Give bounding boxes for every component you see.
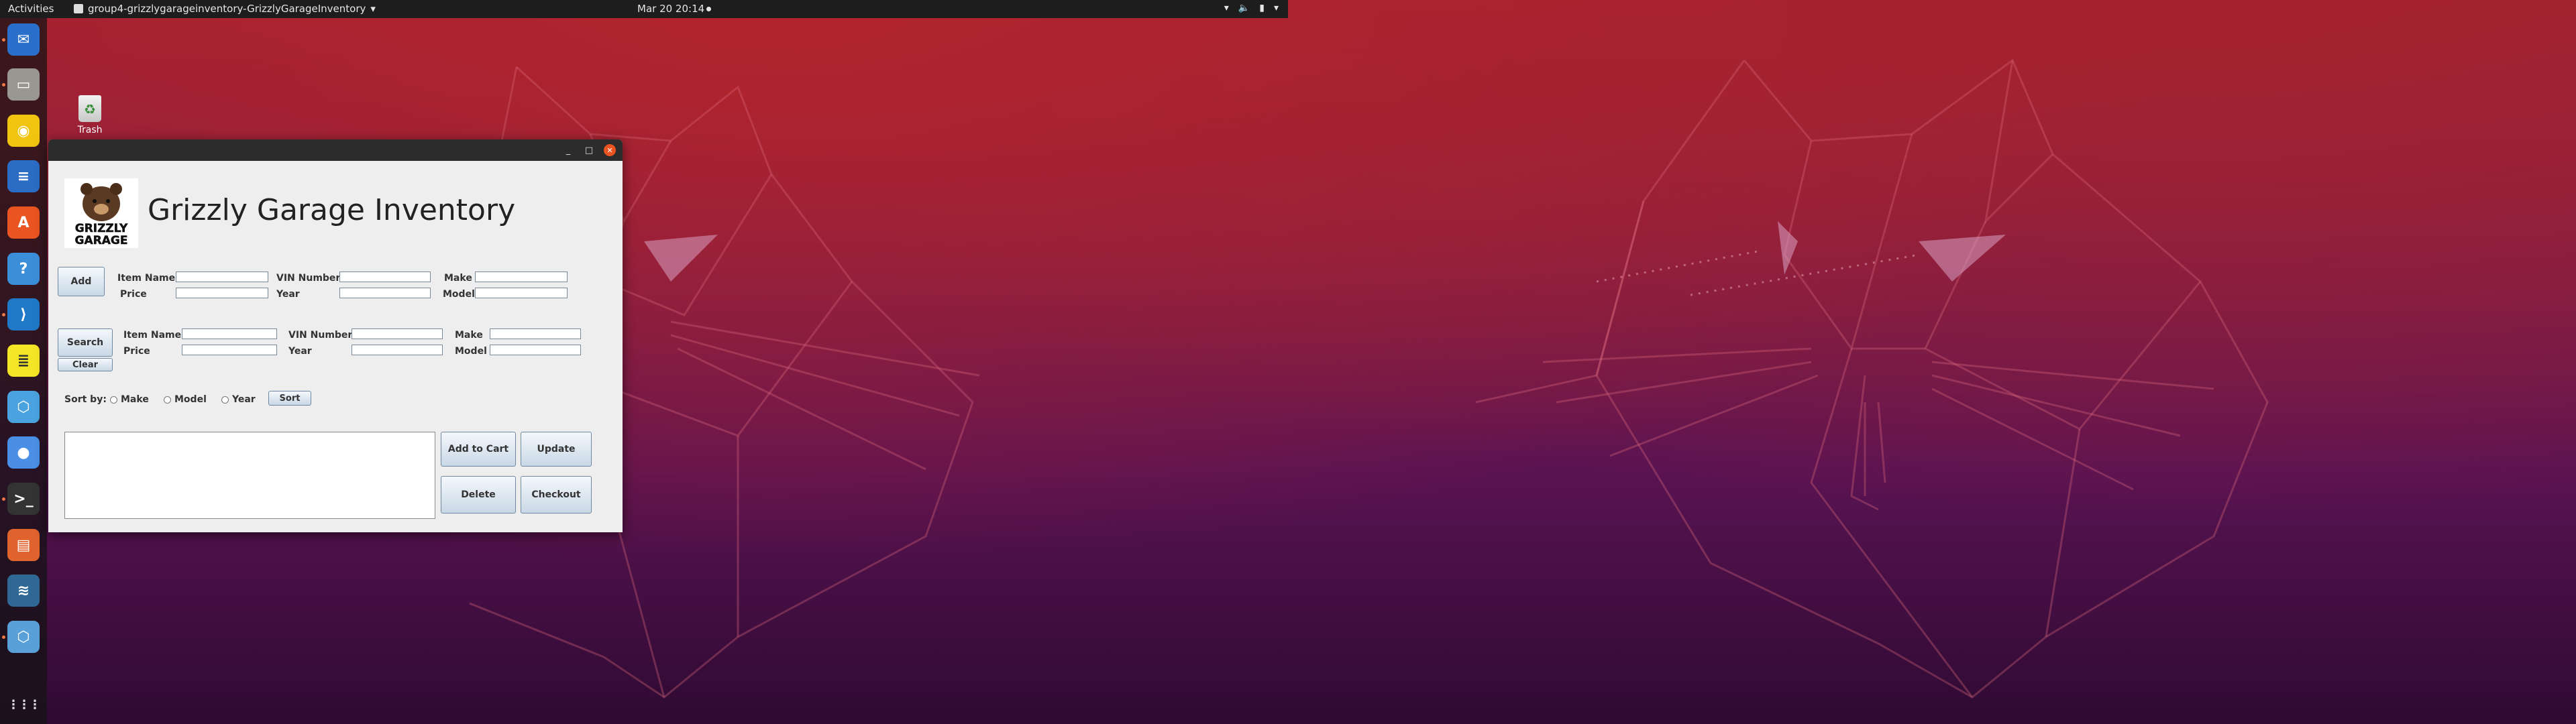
maximize-icon[interactable]: □ [583,144,595,156]
running-indicator-icon [2,83,5,86]
sort-make-label: Make [121,394,149,405]
show-applications-icon[interactable]: ⋮⋮⋮ [7,688,41,721]
trash-icon [78,95,101,122]
desktop-trash[interactable]: Trash [72,95,107,135]
app-logo: GRIZZLY GARAGE [64,178,138,248]
svg-text:GARAGE: GARAGE [75,234,128,247]
add-to-cart-button[interactable]: Add to Cart [441,432,516,467]
app-menu-label: group4-grizzlygarageinventory-GrizzlyGar… [88,3,366,15]
search-year-label: Year [288,346,312,357]
help-icon[interactable]: ? [7,253,40,285]
sort-button[interactable]: Sort [268,391,311,406]
search-model-label: Model [455,346,487,357]
search-price-field[interactable] [182,345,277,355]
add-price-field[interactable] [176,288,268,298]
search-price-label: Price [123,346,150,357]
add-vin-field[interactable] [339,272,431,282]
search-item-name-field[interactable] [182,328,277,339]
sort-make-radio[interactable]: Make [110,394,149,405]
update-button[interactable]: Update [521,432,592,467]
top-panel: Activities group4-grizzlygarageinventory… [0,0,1288,18]
inventory-list[interactable] [64,432,435,519]
add-model-field[interactable] [475,288,568,298]
netbeans-icon[interactable]: ⬡ [7,621,40,653]
vscode-icon[interactable]: ⟩ [7,298,40,330]
running-indicator-icon [2,38,5,42]
add-button[interactable]: Add [58,267,105,296]
rhythmbox-icon[interactable]: ◉ [7,115,40,147]
running-indicator-icon [2,636,5,639]
mysql-workbench-icon[interactable]: ≋ [7,575,40,607]
sanity-icon[interactable]: ⬡ [7,391,40,423]
add-vin-label: VIN Number [276,273,341,284]
network-icon: ▾ [1224,3,1229,13]
chrome-icon[interactable]: ● [7,436,40,469]
chevron-down-icon: ▾ [1273,3,1279,13]
checkout-button[interactable]: Checkout [521,476,592,514]
files-icon[interactable]: ▭ [7,68,40,101]
search-vin-label: VIN Number [288,330,353,341]
sort-model-label: Model [174,394,207,405]
app-window: _ □ ✕ GRIZZLY GARAGE Grizzly Garage Inve… [48,139,623,532]
add-year-field[interactable] [339,288,431,298]
search-vin-field[interactable] [352,328,443,339]
add-price-label: Price [120,289,147,300]
svg-text:GRIZZLY: GRIZZLY [75,222,128,235]
trash-label: Trash [77,125,103,135]
window-titlebar[interactable]: _ □ ✕ [48,139,623,161]
app-menu[interactable]: group4-grizzlygarageinventory-GrizzlyGar… [74,3,376,15]
battery-icon: ▮ [1259,3,1265,13]
dock: ⋮⋮⋮ ✉ ▭ ◉ ≡ A? ⟩ ≣ ⬡ ● >_ ▤ ≋ ⬡ [0,18,47,724]
system-tray[interactable]: ▾ 🔈 ▮ ▾ [1224,3,1279,13]
sort-year-radio[interactable]: Year [221,394,256,405]
close-icon[interactable]: ✕ [604,144,616,156]
radio-circle-icon [110,396,117,404]
writer-icon[interactable]: ≡ [7,160,40,192]
thunderbird-icon[interactable]: ✉ [7,23,40,56]
add-make-field[interactable] [475,272,568,282]
add-item-name-label: Item Name [117,273,176,284]
add-year-label: Year [276,289,300,300]
minimize-icon[interactable]: _ [562,144,574,156]
add-model-label: Model [443,289,475,300]
running-indicator-icon [2,497,5,501]
search-make-field[interactable] [490,328,581,339]
add-make-label: Make [444,273,472,284]
search-button[interactable]: Search [58,328,113,357]
sort-year-label: Year [232,394,256,405]
app-title: Grizzly Garage Inventory [148,193,516,227]
search-item-name-label: Item Name [123,330,182,341]
search-model-field[interactable] [490,345,581,355]
volume-icon: 🔈 [1238,3,1250,13]
notes-icon[interactable]: ≣ [7,345,40,377]
sort-model-radio[interactable]: Model [164,394,207,405]
activities-button[interactable]: Activities [8,3,54,15]
radio-circle-icon [221,396,229,404]
impress-icon[interactable]: ▤ [7,529,40,561]
running-indicator-icon [2,313,5,316]
chevron-down-icon: ▾ [370,3,376,15]
window-content: GRIZZLY GARAGE Grizzly Garage Inventory … [48,161,623,532]
notification-dot-icon [706,7,711,11]
app-menu-icon [74,4,83,13]
search-make-label: Make [455,330,483,341]
terminal-icon[interactable]: >_ [7,483,40,515]
add-item-name-field[interactable] [176,272,268,282]
clock[interactable]: Mar 20 20:14 [637,3,704,15]
bear-logo-icon: GRIZZLY GARAGE [71,183,131,247]
radio-circle-icon [164,396,171,404]
delete-button[interactable]: Delete [441,476,516,514]
search-year-field[interactable] [352,345,443,355]
software-icon[interactable]: A [7,206,40,239]
clear-button[interactable]: Clear [58,358,113,371]
sort-by-label: Sort by: [64,394,107,405]
